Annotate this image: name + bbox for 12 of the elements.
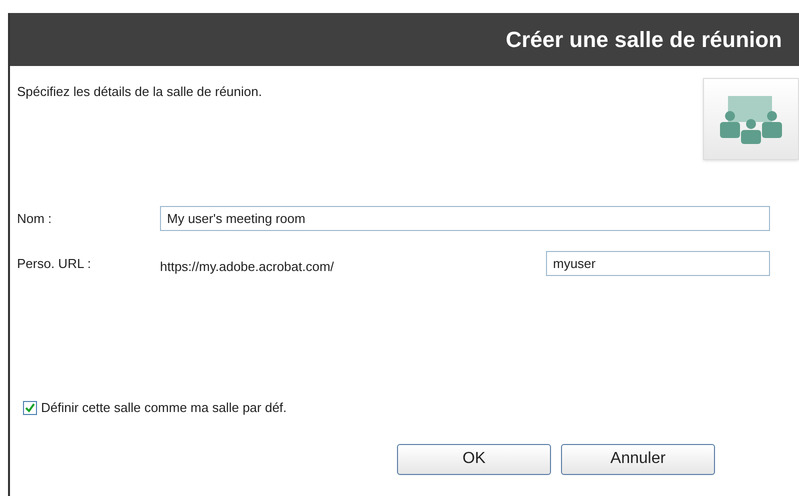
dialog-title: Créer une salle de réunion	[506, 26, 782, 54]
field-label: Nom :	[17, 210, 53, 228]
meeting-room-icon	[703, 78, 799, 160]
url-prefix: https://my.adobe.acrobat.com/	[160, 258, 335, 276]
ok-button[interactable]: OK	[397, 444, 551, 474]
input-field[interactable]: My user's meeting room	[160, 206, 770, 231]
cancel-button[interactable]: Annuler	[561, 444, 715, 474]
description-text: Spécifiez les détails de la salle de réunion.	[17, 83, 262, 101]
default-room-checkbox[interactable]	[23, 400, 37, 415]
input-field[interactable]: myuser	[546, 251, 770, 276]
checkbox-label: Définir cette salle comme ma salle par déf.	[41, 399, 287, 417]
field-label: Perso. URL :	[17, 254, 92, 273]
